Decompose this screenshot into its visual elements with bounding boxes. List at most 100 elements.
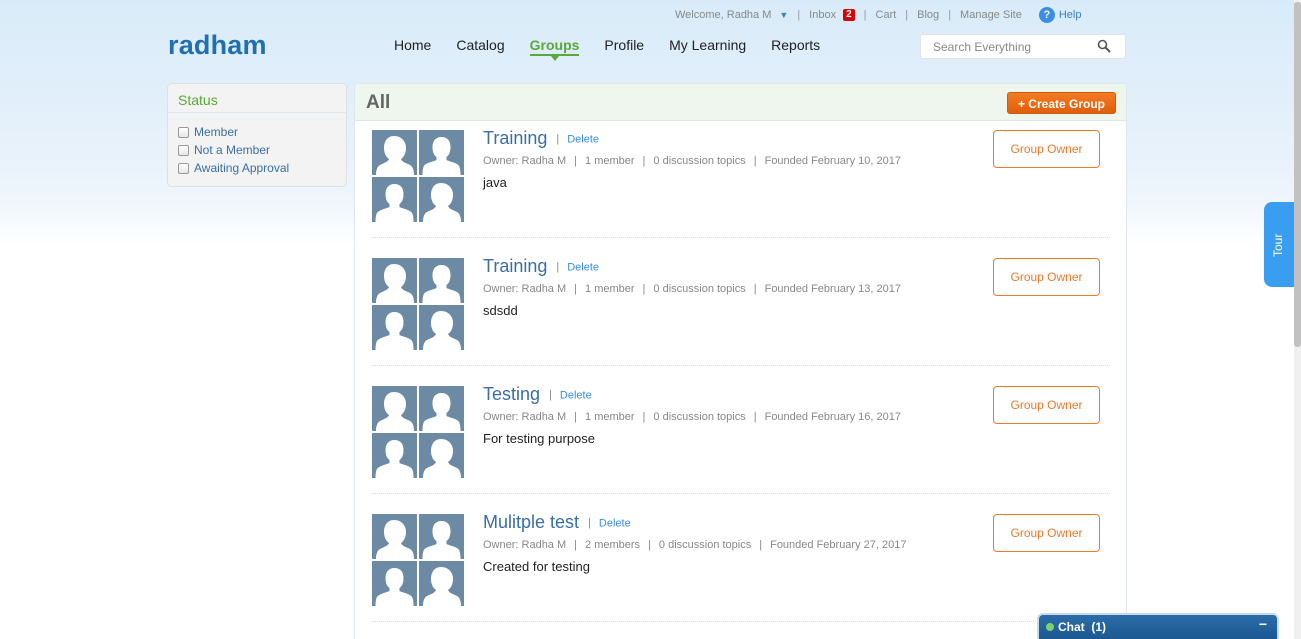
chat-label: Chat (1) xyxy=(1058,620,1107,634)
filter-not-member[interactable]: Not a Member xyxy=(178,141,336,159)
female-silhouette-icon xyxy=(423,567,461,606)
group-owner-button[interactable]: Group Owner xyxy=(993,386,1100,424)
group-avatar[interactable] xyxy=(372,130,464,222)
group-owner-button[interactable]: Group Owner xyxy=(993,130,1100,168)
group-members: 2 members xyxy=(585,539,641,551)
male-silhouette-icon xyxy=(375,440,414,478)
group-avatar[interactable] xyxy=(372,514,464,606)
group-owner: Owner: Radha M xyxy=(483,283,567,295)
member-avatar xyxy=(419,305,464,350)
search-icon[interactable] xyxy=(1097,39,1111,53)
group-name-link[interactable]: Training xyxy=(483,128,547,148)
cart-link[interactable]: Cart xyxy=(876,9,897,21)
nav-home[interactable]: Home xyxy=(394,37,431,56)
blog-link[interactable]: Blog xyxy=(917,9,939,21)
not-member-checkbox[interactable] xyxy=(178,144,189,156)
female-silhouette-icon xyxy=(376,136,414,175)
group-description: sdsdd xyxy=(483,303,518,318)
tour-tab[interactable]: Tour xyxy=(1264,202,1294,287)
filter-member[interactable]: Member xyxy=(178,123,336,141)
separator: | xyxy=(648,539,651,551)
delete-group-link[interactable]: Delete xyxy=(560,389,592,401)
delete-group-link[interactable]: Delete xyxy=(567,133,599,145)
search-input[interactable] xyxy=(933,40,1093,54)
filter-awaiting-approval[interactable]: Awaiting Approval xyxy=(178,159,336,177)
filter-label: Member xyxy=(194,125,239,139)
group-name-link[interactable]: Training xyxy=(483,256,547,276)
group-meta: Owner: Radha M | 1 member | 0 discussion top… xyxy=(483,411,901,423)
member-avatar xyxy=(419,561,464,606)
help-link[interactable]: ? Help xyxy=(1038,7,1081,23)
group-owner-button[interactable]: Group Owner xyxy=(993,514,1100,552)
male-silhouette-icon xyxy=(422,137,461,175)
group-meta: Owner: Radha M | 1 member | 0 discussion top… xyxy=(483,155,901,167)
separator: | xyxy=(753,283,757,295)
member-avatar xyxy=(372,433,417,478)
member-avatar xyxy=(372,386,417,431)
groups-panel-header: All + Create Group xyxy=(355,84,1126,121)
group-founded: Founded February 16, 2017 xyxy=(764,411,901,423)
group-name-link[interactable]: Testing xyxy=(483,384,540,404)
minimize-icon[interactable]: − xyxy=(1259,616,1267,632)
create-group-button[interactable]: + Create Group xyxy=(1006,92,1116,114)
nav-profile[interactable]: Profile xyxy=(604,37,644,56)
delete-group-link[interactable]: Delete xyxy=(599,517,631,529)
chat-count: (1) xyxy=(1091,620,1107,634)
group-description: Created for testing xyxy=(483,559,590,574)
page-scrollbar[interactable] xyxy=(1294,0,1301,639)
nav-my-learning[interactable]: My Learning xyxy=(669,37,746,56)
filter-label: Awaiting Approval xyxy=(194,161,290,175)
group-name-link[interactable]: Mulitple test xyxy=(483,512,579,532)
female-silhouette-icon xyxy=(423,439,461,478)
inbox-link[interactable]: Inbox xyxy=(809,9,836,21)
group-members: 1 member xyxy=(585,155,635,167)
separator: | xyxy=(948,9,952,21)
group-item: Mulitple test | Delete Owner: Radha M | 2 me… xyxy=(372,512,1110,622)
separator: | xyxy=(863,9,867,21)
awaiting-approval-checkbox[interactable] xyxy=(178,162,189,174)
group-topics: 0 discussion topics xyxy=(653,155,746,167)
separator: | xyxy=(574,155,578,167)
chevron-down-icon[interactable]: ▼ xyxy=(779,10,788,20)
group-description: For testing purpose xyxy=(483,431,596,446)
nav-reports[interactable]: Reports xyxy=(771,37,820,56)
male-silhouette-icon xyxy=(422,265,461,303)
group-item: Training | Delete Owner: Radha M | 1 member |… xyxy=(372,256,1110,366)
group-avatar[interactable] xyxy=(372,258,464,350)
group-meta: Owner: Radha M | 2 members | 0 discussion to… xyxy=(483,539,906,551)
welcome-user[interactable]: Welcome, Radha M xyxy=(675,9,771,21)
manage-site-link[interactable]: Manage Site xyxy=(960,9,1022,21)
female-silhouette-icon xyxy=(376,392,414,431)
separator: | xyxy=(588,517,591,530)
search-box xyxy=(920,34,1126,59)
nav-catalog[interactable]: Catalog xyxy=(456,37,504,56)
member-avatar xyxy=(372,514,417,559)
group-avatar[interactable] xyxy=(372,386,464,478)
group-owner-button[interactable]: Group Owner xyxy=(993,258,1100,296)
filter-label: Not a Member xyxy=(194,143,271,157)
separator: | xyxy=(642,411,646,423)
nav-groups[interactable]: Groups xyxy=(529,37,580,61)
group-founded: Founded February 13, 2017 xyxy=(764,283,901,295)
member-avatar xyxy=(419,258,464,303)
separator: | xyxy=(556,261,560,274)
separator: | xyxy=(556,133,560,146)
group-title-row: Mulitple test | Delete xyxy=(483,512,631,533)
member-checkbox[interactable] xyxy=(178,126,189,138)
separator: | xyxy=(797,9,801,21)
group-item: Training | Delete Owner: Radha M | 1 member |… xyxy=(372,128,1110,238)
separator: | xyxy=(574,283,578,295)
female-silhouette-icon xyxy=(376,520,414,559)
inbox-count-badge: 2 xyxy=(843,9,855,21)
member-avatar xyxy=(419,514,464,559)
groups-panel: All + Create Group Training | Delete Owner… xyxy=(354,83,1127,639)
group-owner: Owner: Radha M xyxy=(483,155,567,167)
site-logo[interactable]: radham xyxy=(168,30,267,61)
scrollbar-thumb[interactable] xyxy=(1294,2,1301,347)
chat-bar[interactable]: Chat (1) − xyxy=(1037,613,1279,639)
female-silhouette-icon xyxy=(423,311,461,350)
member-avatar xyxy=(419,386,464,431)
delete-group-link[interactable]: Delete xyxy=(567,261,599,273)
male-silhouette-icon xyxy=(422,393,461,431)
separator: | xyxy=(642,283,646,295)
